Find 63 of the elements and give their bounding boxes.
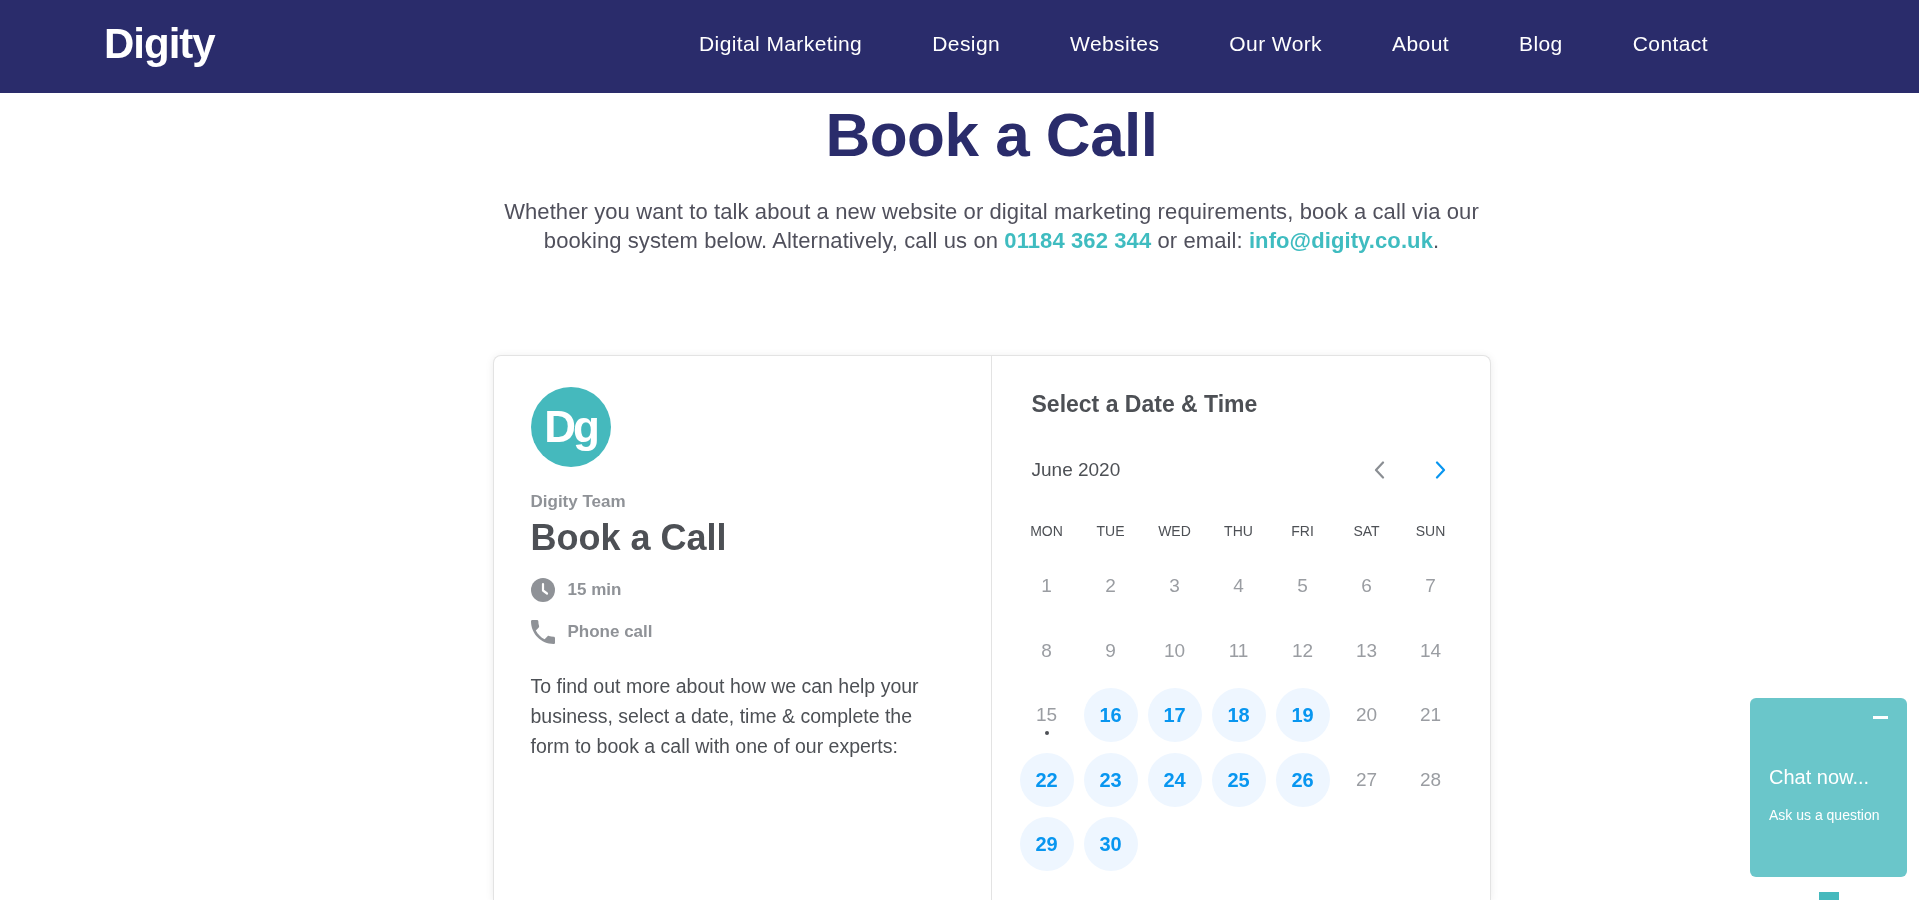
- day-number: 20: [1355, 704, 1378, 727]
- nav-link[interactable]: Design: [932, 31, 1001, 57]
- site-logo[interactable]: Digity: [104, 21, 215, 66]
- day-number: 9: [1105, 639, 1116, 662]
- day-button[interactable]: 23: [1083, 752, 1138, 807]
- weekday-label: FRI: [1291, 522, 1314, 540]
- phone-icon: [530, 620, 555, 644]
- day-number: 27: [1355, 768, 1378, 791]
- day-button[interactable]: 29: [1019, 817, 1074, 872]
- day-button[interactable]: 16: [1083, 688, 1138, 743]
- day-button[interactable]: 30: [1083, 817, 1138, 872]
- nav-link[interactable]: Our Work: [1229, 31, 1322, 57]
- chat-widget[interactable]: Chat now... Ask us a question: [1750, 698, 1907, 877]
- day-number: 2: [1105, 575, 1116, 598]
- day-button[interactable]: 18: [1211, 688, 1266, 743]
- day-number: 28: [1419, 768, 1442, 791]
- day-number: 10: [1163, 639, 1186, 662]
- calendar-heading: Select a Date & Time: [1031, 390, 1258, 418]
- day-button[interactable]: 17: [1147, 688, 1202, 743]
- day-button[interactable]: 24: [1147, 752, 1202, 807]
- day-number: 8: [1041, 639, 1052, 662]
- email-link[interactable]: info@digity.co.uk: [1248, 228, 1433, 253]
- day-number: 11: [1228, 639, 1249, 662]
- weekday-label: SAT: [1353, 522, 1380, 540]
- nav-link[interactable]: Blog: [1519, 31, 1563, 57]
- nav-link[interactable]: Digital Marketing: [699, 31, 863, 57]
- day-number: 5: [1297, 575, 1308, 598]
- chat-title: Chat now...: [1769, 765, 1870, 789]
- clock-icon: [530, 578, 555, 602]
- weekday-label: THU: [1224, 522, 1253, 540]
- chat-subtitle: Ask us a question: [1769, 806, 1880, 824]
- chevron-right-icon[interactable]: [1435, 461, 1446, 479]
- day-number: 15: [1035, 704, 1058, 727]
- day-button[interactable]: 19: [1275, 688, 1330, 743]
- intro-paragraph: Whether you want to talk about a new website or digital marketing requirements, book a call via our booking system below. Alternatively, call us on 01184 362 344 or email: info@digity.co.uk.: [503, 198, 1480, 255]
- phone-link[interactable]: 01184 362 344: [1004, 228, 1152, 253]
- day-number: 12: [1291, 639, 1314, 662]
- day-number: 14: [1419, 639, 1442, 662]
- day-button[interactable]: 26: [1275, 752, 1330, 807]
- day-number: 3: [1169, 575, 1180, 598]
- event-description: To find out more about how we can help your business, select a date, time & complete the form to book a call with one of our experts:: [530, 674, 920, 759]
- day-number: 6: [1361, 575, 1372, 598]
- day-button[interactable]: 22: [1019, 752, 1074, 807]
- meeting-detail: Phone call: [567, 621, 653, 643]
- day-number: 13: [1355, 639, 1378, 662]
- weekday-label: TUE: [1096, 522, 1125, 540]
- weekday-label: SUN: [1415, 522, 1446, 540]
- month-label: June 2020: [1031, 458, 1121, 482]
- nav-link[interactable]: Websites: [1070, 31, 1160, 57]
- weekday-label: WED: [1158, 522, 1191, 540]
- page-title: Book a Call: [825, 103, 1158, 167]
- day-number: 1: [1041, 575, 1052, 598]
- host-name: Digity Team: [530, 492, 626, 512]
- nav-link[interactable]: About: [1392, 31, 1449, 57]
- day-number: 21: [1419, 704, 1442, 727]
- meeting-detail: 15 min: [567, 579, 622, 601]
- event-title: Book a Call: [530, 518, 727, 558]
- nav-link[interactable]: Contact: [1632, 31, 1708, 57]
- day-number: 7: [1425, 575, 1436, 598]
- host-logo: Dg: [530, 387, 611, 467]
- day-button[interactable]: 25: [1211, 752, 1266, 807]
- weekday-label: MON: [1030, 522, 1063, 540]
- day-number: 4: [1233, 575, 1244, 598]
